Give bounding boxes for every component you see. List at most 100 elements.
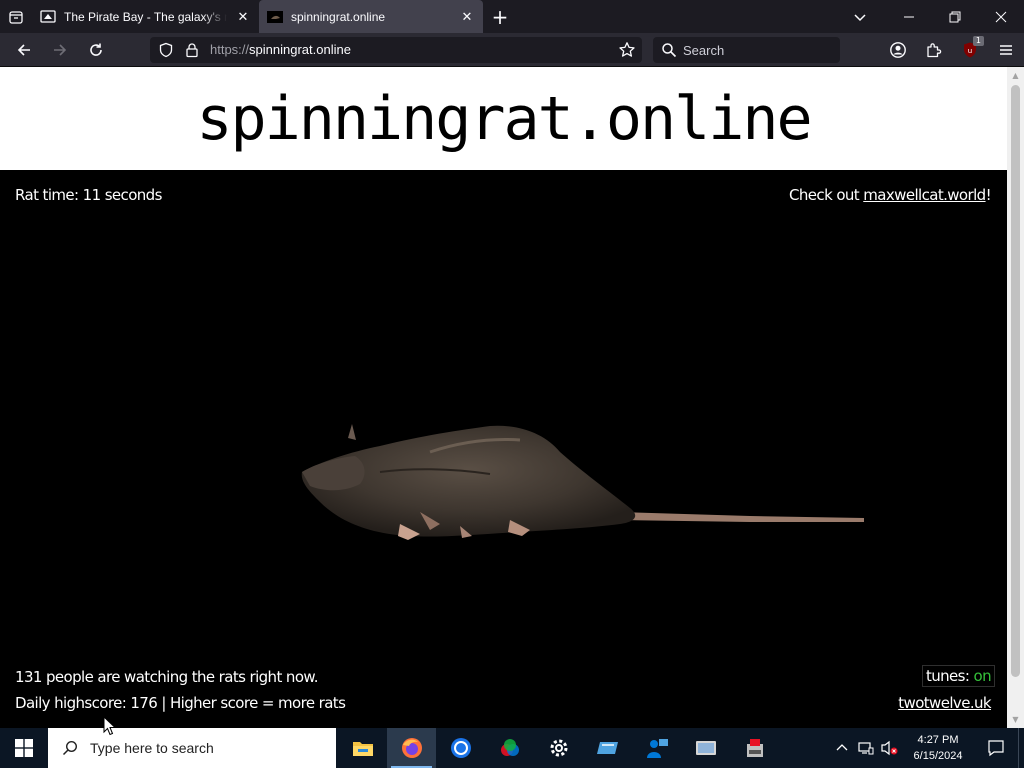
app-menu-button[interactable] [988,33,1024,67]
spinningrat-favicon-icon [267,9,283,25]
checkout-message: Check out maxwellcat.world! [789,186,992,204]
twotwelve-link-wrap: twotwelve.uk [898,694,991,712]
volume-button[interactable] [878,728,902,768]
lock-icon[interactable] [184,42,200,62]
taskbar-app-paint-3d[interactable] [485,728,534,768]
checkout-prefix: Check out [789,186,864,204]
taskbar-app-mail[interactable] [583,728,632,768]
ublock-origin-button[interactable]: u 1 [952,33,988,67]
checkout-suffix: ! [985,186,992,204]
remote-desktop-icon [695,741,716,755]
show-hidden-icons-button[interactable] [830,728,854,768]
daily-highscore: Daily highscore: 176 | Higher score = mo… [15,694,346,712]
url-host: spinningrat.online [249,42,351,57]
close-window-button[interactable] [978,0,1024,33]
rat-time-counter: Rat time: 11 seconds [15,186,162,204]
page-scrollbar[interactable]: ▲ ▼ [1007,67,1024,728]
show-desktop-button[interactable] [1018,728,1024,768]
tab-title: spinningrat.online [291,9,386,24]
blocked-count-badge: 1 [972,36,984,46]
url-bar[interactable]: https://spinningrat.online [150,37,642,63]
new-tab-button[interactable]: + [483,0,517,33]
list-all-tabs-button[interactable] [834,0,886,33]
action-center-button[interactable] [974,728,1018,768]
installer-icon [746,739,763,757]
volume-muted-icon [881,740,898,756]
mouse-cursor-icon [103,715,117,740]
search-icon [62,740,78,756]
account-icon [890,42,906,58]
taskbar-search-placeholder: Type here to search [90,740,214,756]
hamburger-menu-icon [1000,45,1012,55]
taskbar-app-remote-desktop[interactable] [681,728,730,768]
close-tab-icon[interactable]: ✕ [459,9,475,25]
people-icon [646,739,668,758]
arrow-left-icon [17,44,30,56]
puzzle-piece-icon [927,43,942,58]
forward-button[interactable] [42,33,78,67]
twotwelve-link[interactable]: twotwelve.uk [898,694,991,712]
tab-bar-drag-area[interactable] [517,0,834,33]
taskbar-app-people[interactable] [632,728,681,768]
close-tab-icon[interactable]: ✕ [235,9,251,25]
spinning-rat-image [290,412,870,552]
folder-icon [352,742,373,756]
network-icon [858,742,874,755]
gear-icon [550,739,567,757]
restore-icon [949,11,961,22]
chevron-down-icon [854,13,866,21]
paint-3d-icon [500,739,519,756]
site-title: spinningrat.online [196,83,812,154]
account-button[interactable] [880,33,916,67]
tunes-toggle[interactable]: tunes: on [921,665,995,687]
taskbar-app-chrome[interactable] [436,728,485,768]
search-icon [661,42,677,62]
minimize-icon [904,16,914,17]
network-status-button[interactable] [854,728,878,768]
url-scheme: https:// [210,42,250,57]
tracking-protection-shield-icon[interactable] [158,42,174,62]
restore-button[interactable] [932,0,978,33]
pirate-ship-icon [40,9,56,25]
scrollbar-thumb[interactable] [1011,85,1020,677]
taskbar-app-file-explorer[interactable] [338,728,387,768]
taskbar-app-installer[interactable] [730,728,779,768]
taskbar-app-settings[interactable] [534,728,583,768]
chrome-icon [450,738,471,758]
extensions-button[interactable] [916,33,952,67]
notification-icon [988,740,1004,757]
firefox-view-button[interactable] [0,0,32,33]
system-tray: 4:27 PM 6/15/2024 [830,728,1024,768]
taskbar-app-firefox[interactable] [387,728,436,768]
page-viewport: spinningrat.online Rat time: 11 seconds … [0,67,1007,728]
reload-button[interactable] [78,33,114,67]
taskbar-search-box[interactable]: Type here to search [48,728,336,768]
search-placeholder: Search [683,43,725,58]
site-header: spinningrat.online [0,67,1007,170]
watchers-count: 131 people are watching the rats right n… [15,668,318,686]
back-button[interactable] [6,33,42,67]
taskbar-clock[interactable]: 4:27 PM 6/15/2024 [902,732,974,764]
search-bar[interactable]: Search [653,37,840,63]
scroll-down-arrow-icon[interactable]: ▼ [1007,711,1024,728]
browser-tab-bar: The Pirate Bay - The galaxy's most resil… [0,0,1024,33]
clock-date: 6/15/2024 [913,750,963,762]
tunes-label: tunes: [925,667,974,685]
url-text[interactable]: https://spinningrat.online [210,42,351,57]
reload-icon [90,43,102,56]
bookmark-star-icon[interactable] [618,41,636,63]
tab-spinningrat[interactable]: spinningrat.online ✕ [259,0,483,33]
arrow-right-icon [54,44,67,56]
windows-logo-icon [15,739,33,757]
close-icon [995,11,1007,22]
minimize-button[interactable] [886,0,932,33]
start-button[interactable] [0,728,48,768]
navigation-toolbar: https://spinningrat.online Search u 1 [0,33,1024,67]
maxwellcat-link[interactable]: maxwellcat.world [863,186,986,204]
toolbar-right-buttons: u 1 [880,33,1024,67]
tunes-state: on [973,667,992,685]
tab-pirate-bay[interactable]: The Pirate Bay - The galaxy's most resil… [32,0,259,33]
scroll-up-arrow-icon[interactable]: ▲ [1007,67,1024,84]
mail-icon [596,742,618,754]
tab-title: The Pirate Bay - The galaxy's most resil… [64,9,227,24]
